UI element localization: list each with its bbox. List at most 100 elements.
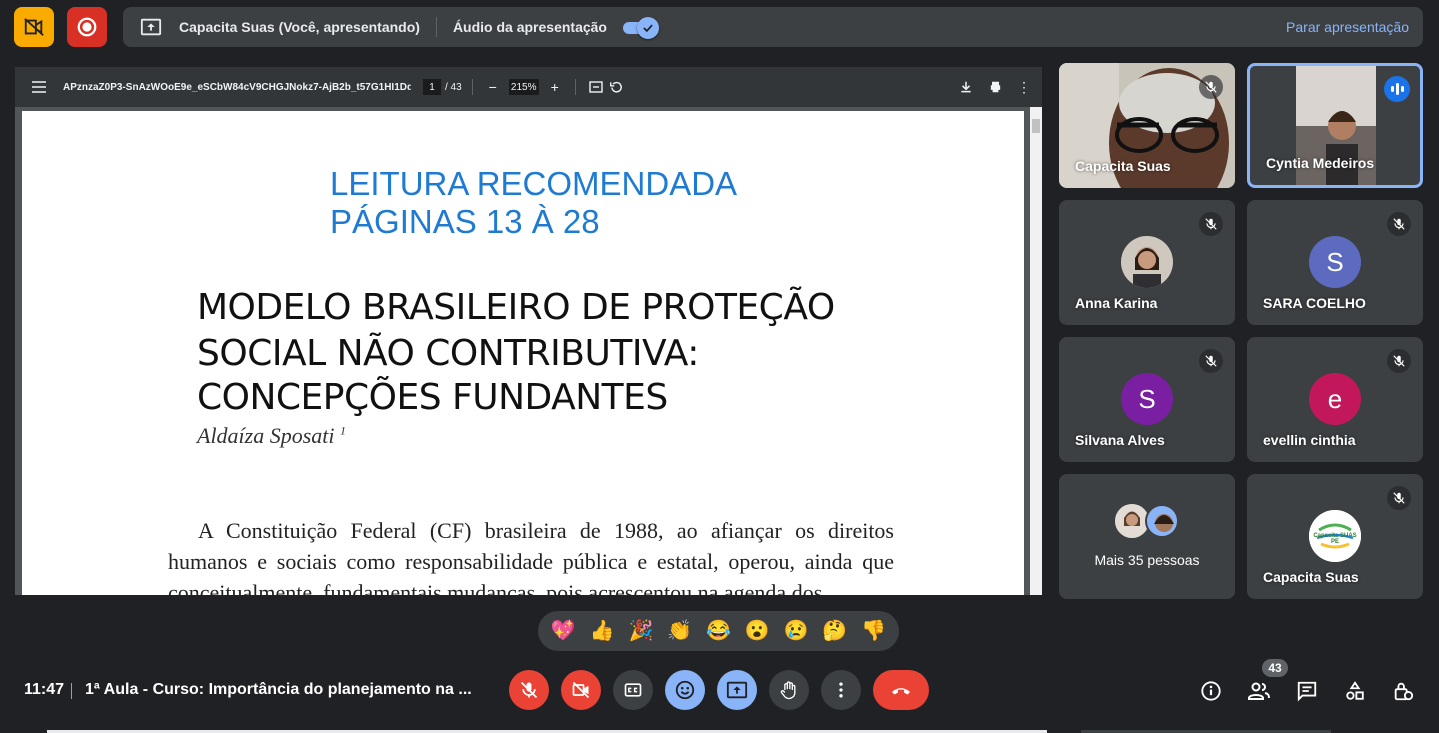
participant-tile[interactable]: e evellin cinthia <box>1247 337 1423 462</box>
reaction-surprised[interactable]: 😮 <box>745 621 770 641</box>
more-vert-icon[interactable]: ⋮ <box>1014 77 1034 97</box>
divider <box>574 79 576 95</box>
mic-off-icon <box>1387 349 1411 373</box>
present-screen-icon <box>726 681 748 699</box>
document-author: Aldaíza Sposati 1 <box>197 423 346 449</box>
participant-name: Capacita Suas <box>1263 569 1359 585</box>
menu-icon[interactable] <box>29 77 49 97</box>
meeting-details-icon[interactable] <box>1198 678 1224 704</box>
reactions-button[interactable] <box>665 670 705 710</box>
mic-off-icon <box>1387 212 1411 236</box>
captions-button[interactable] <box>613 670 653 710</box>
participant-tile[interactable]: Capacita Suas <box>1059 63 1235 188</box>
fit-page-icon[interactable] <box>586 77 606 97</box>
presentation-audio-toggle[interactable] <box>622 17 659 39</box>
page-number-input[interactable]: 1 <box>423 79 441 95</box>
mic-off-icon <box>520 681 538 699</box>
participant-name: SARA COELHO <box>1263 295 1366 311</box>
video-off-icon <box>24 18 44 36</box>
speaking-indicator-icon <box>1384 76 1410 102</box>
reaction-joy[interactable]: 😂 <box>706 621 731 641</box>
video-off-icon <box>572 681 590 699</box>
presentation-bar: Capacita Suas (Você, apresentando) Áudio… <box>123 7 1423 47</box>
present-now-button[interactable] <box>717 670 757 710</box>
presenter-title: Capacita Suas (Você, apresentando) <box>179 19 420 35</box>
present-screen-icon <box>139 15 163 39</box>
mic-off-icon <box>1387 486 1411 510</box>
mic-off-icon <box>1199 75 1223 99</box>
chat-icon[interactable] <box>1294 678 1320 704</box>
reaction-sparkling-heart[interactable]: 💖 <box>551 621 576 641</box>
zoom-out-icon[interactable]: − <box>483 77 503 97</box>
participant-tile[interactable]: S Silvana Alves <box>1059 337 1235 462</box>
capacita-suas-logo: Capacita SUAS PE <box>1309 510 1361 562</box>
pdf-file-name: APznzaZ0P3-SnAzWOoE9e_eSCbW84cV9CHGJNokz… <box>63 81 411 93</box>
divider <box>471 79 473 95</box>
avatar: S <box>1121 373 1173 425</box>
presentation-audio-label: Áudio da apresentação <box>452 19 607 35</box>
document-body: A Constituição Federal (CF) brasileira d… <box>168 518 894 595</box>
divider <box>71 683 72 699</box>
participant-name: Cyntia Medeiros <box>1266 155 1375 171</box>
participant-tile[interactable]: Anna Karina <box>1059 200 1235 325</box>
document-title-line2: SOCIAL NÃO CONTRIBUTIVA: <box>197 333 699 374</box>
more-vert-icon <box>839 682 843 698</box>
pdf-scrollbar[interactable] <box>1030 107 1042 595</box>
avatar: e <box>1309 373 1361 425</box>
participant-name: Silvana Alves <box>1075 432 1165 448</box>
reaction-thumbs-up[interactable]: 👍 <box>590 621 615 641</box>
more-participants-label: Mais 35 pessoas <box>1094 552 1200 568</box>
mic-off-icon <box>1199 212 1223 236</box>
avatar <box>1115 504 1149 538</box>
zoom-input[interactable]: 215% <box>508 79 539 95</box>
hand-icon <box>780 681 796 700</box>
reaction-thinking[interactable]: 🤔 <box>822 621 847 641</box>
recommended-reading-line1: LEITURA RECOMENDADA <box>330 165 738 202</box>
closed-captions-icon <box>624 683 642 697</box>
presentation-no-camera-button[interactable] <box>14 7 54 47</box>
meeting-title: 1ª Aula - Curso: Importância do planejam… <box>85 681 472 698</box>
more-options-button[interactable] <box>821 670 861 710</box>
rotate-icon[interactable] <box>606 77 626 97</box>
author-footnote: 1 <box>340 423 347 438</box>
pdf-toolbar: APznzaZ0P3-SnAzWOoE9e_eSCbW84cV9CHGJNokz… <box>15 67 1042 107</box>
reaction-thumbs-down[interactable]: 👎 <box>861 621 886 641</box>
mic-off-icon <box>1199 349 1223 373</box>
download-icon[interactable] <box>956 77 976 97</box>
document-title-line3: CONCEPÇÕES FUNDANTES <box>197 377 668 418</box>
people-icon[interactable] <box>1246 678 1272 704</box>
reactions-bar: 💖 👍 🎉 👏 😂 😮 😢 🤔 👎 <box>538 611 899 651</box>
activities-icon[interactable] <box>1342 678 1368 704</box>
reaction-party-popper[interactable]: 🎉 <box>628 621 653 641</box>
recording-button[interactable] <box>67 7 107 47</box>
camera-toggle-button[interactable] <box>561 670 601 710</box>
print-icon[interactable] <box>985 77 1005 97</box>
page-total: / 43 <box>445 81 462 93</box>
reaction-crying[interactable]: 😢 <box>784 621 809 641</box>
emoji-icon <box>675 680 695 700</box>
stop-presenting-button[interactable]: Parar apresentação <box>1286 19 1409 35</box>
participant-tile[interactable]: Capacita SUAS PE Capacita Suas <box>1247 474 1423 599</box>
author-name: Aldaíza Sposati <box>197 423 335 448</box>
avatar <box>1145 504 1179 538</box>
reaction-clapping[interactable]: 👏 <box>667 621 692 641</box>
more-participants-tile[interactable]: Mais 35 pessoas <box>1059 474 1235 599</box>
leave-call-button[interactable] <box>873 670 929 710</box>
raise-hand-button[interactable] <box>769 670 809 710</box>
recommended-reading-line2: PÁGINAS 13 À 28 <box>330 203 600 240</box>
pdf-viewer: APznzaZ0P3-SnAzWOoE9e_eSCbW84cV9CHGJNokz… <box>15 67 1042 595</box>
record-icon <box>77 17 97 37</box>
avatar: S <box>1309 236 1361 288</box>
participant-tile[interactable]: S SARA COELHO <box>1247 200 1423 325</box>
check-icon <box>636 17 659 39</box>
divider <box>435 17 437 37</box>
host-controls-icon[interactable] <box>1390 678 1416 704</box>
zoom-in-icon[interactable]: + <box>545 77 565 97</box>
participant-tile-active-speaker[interactable]: Cyntia Medeiros <box>1247 63 1423 188</box>
call-end-icon <box>892 688 910 695</box>
pdf-page: LEITURA RECOMENDADA PÁGINAS 13 À 28 MODE… <box>22 111 1024 595</box>
participant-name: Capacita Suas <box>1075 158 1171 174</box>
microphone-toggle-button[interactable] <box>509 670 549 710</box>
avatar <box>1121 236 1173 288</box>
participant-name: Anna Karina <box>1075 295 1158 311</box>
